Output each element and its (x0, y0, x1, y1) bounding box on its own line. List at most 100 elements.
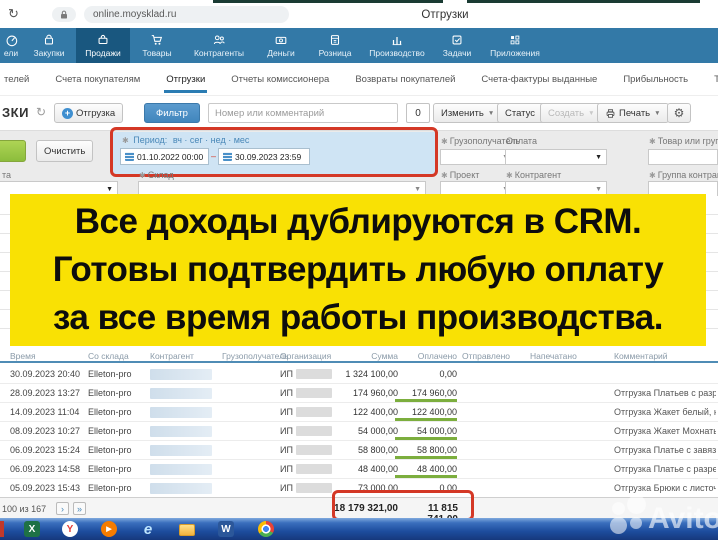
counterparty-group-label: ✱Группа контрагента (649, 170, 718, 180)
col-sent[interactable]: Отправлено (462, 351, 510, 361)
word-icon[interactable]: W (218, 521, 234, 537)
next-page-button[interactable]: › (56, 502, 69, 515)
chevron-down-icon: ▼ (414, 185, 421, 193)
cut-filter-label: та (2, 170, 12, 180)
cell-warehouse: Elleton-pro (88, 426, 132, 436)
taskbar-partial-icon[interactable] (0, 521, 4, 537)
check-square-icon (452, 35, 462, 45)
menu-item-sales[interactable]: Продажи (76, 28, 130, 63)
col-counterparty[interactable]: Контрагент (150, 351, 194, 361)
cell-warehouse: Elleton-pro (88, 483, 132, 493)
col-consignee[interactable]: Грузополучатель (222, 351, 289, 361)
consignee-combo[interactable]: ▼ (440, 149, 514, 165)
yandex-browser-icon[interactable]: Y (62, 521, 78, 537)
cell-paid: 122 400,00 (395, 407, 457, 421)
sales-bag-icon (98, 35, 108, 45)
last-page-button[interactable]: » (73, 502, 86, 515)
menu-item-goods[interactable]: Товары (130, 28, 184, 63)
selected-count: 0 (406, 103, 430, 123)
clear-filter-button[interactable]: Очистить (36, 140, 94, 162)
cell-comment: Отгрузка Жакет белый, юбка б (614, 407, 716, 417)
new-shipment-button[interactable]: + Отгрузка (54, 103, 124, 123)
print-button[interactable]: Печать ▼ (597, 103, 669, 123)
chevron-down-icon: ▼ (654, 109, 661, 117)
tab-item[interactable]: Счета-фактуры выданные (479, 65, 599, 93)
browser-window-edge (213, 0, 443, 3)
cell-time: 06.09.2023 15:24 (10, 445, 81, 455)
search-input[interactable] (208, 103, 398, 123)
menu-item-tasks[interactable]: Задачи (432, 28, 482, 63)
apps-grid-icon (510, 35, 520, 45)
menu-item-indicators[interactable]: ели (0, 28, 22, 63)
col-printed[interactable]: Напечатано (530, 351, 577, 361)
chrome-icon[interactable] (258, 521, 274, 537)
cell-warehouse: Elleton-pro (88, 388, 132, 398)
find-button-fragment[interactable] (0, 140, 26, 162)
col-comment[interactable]: Комментарий (614, 351, 668, 361)
col-time[interactable]: Время (10, 351, 36, 361)
col-organization[interactable]: Организация (280, 351, 331, 361)
lock-pill (52, 7, 76, 22)
create-button[interactable]: Создать ▼ (540, 103, 603, 123)
cell-warehouse: Elleton-pro (88, 445, 132, 455)
cell-sum: 48 400,00 (357, 464, 398, 474)
cell-time: 05.09.2023 15:43 (10, 483, 81, 493)
menu-item-money[interactable]: Деньги (254, 28, 308, 63)
table-row[interactable]: 30.09.2023 20:40 Elleton-pro ИП 1 324 10… (0, 365, 718, 384)
address-bar[interactable]: online.moysklad.ru (84, 6, 289, 23)
cell-sum: 174 960,00 (352, 388, 398, 398)
menu-item-retail[interactable]: Розница (308, 28, 362, 63)
table-row[interactable]: 06.09.2023 15:24 Elleton-pro ИП 58 800,0… (0, 441, 718, 460)
avito-logo-dot (612, 502, 625, 515)
reload-icon[interactable]: ↻ (8, 6, 19, 22)
cell-comment: Отгрузка Платьев с разрезом (614, 388, 716, 398)
menu-item-apps[interactable]: Приложения (482, 28, 548, 63)
filter-panel: Очистить ⚙ ✱ Период: вч · сег · нед · ме… (0, 127, 718, 197)
money-icon (275, 36, 287, 45)
url-text: online.moysklad.ru (93, 9, 177, 20)
menu-item-counterparties[interactable]: Контрагенты (184, 28, 254, 63)
col-sum[interactable]: Сумма (340, 351, 398, 361)
payment-select[interactable]: ▼ (505, 149, 607, 165)
cell-counterparty-redacted (150, 464, 212, 475)
page-heading-fragment: ЗКИ (2, 105, 29, 120)
cell-comment: Отгрузка Платье с завязками (614, 445, 716, 455)
tab-item[interactable]: Счета покупателям (53, 65, 142, 93)
excel-icon[interactable]: X (24, 521, 40, 537)
banner-line-2: Готовы подтвердить любую оплату (52, 250, 664, 289)
avito-logo-dot (627, 495, 646, 514)
totals-highlight-box (332, 490, 474, 521)
project-label: ✱ Проект (441, 170, 480, 180)
settings-button[interactable]: ⚙ (667, 103, 691, 123)
media-player-icon[interactable]: ▶ (101, 521, 117, 537)
cell-counterparty-redacted (150, 426, 212, 437)
internet-explorer-icon[interactable]: e (140, 521, 156, 538)
folder-icon[interactable] (179, 524, 195, 536)
tab-item[interactable]: Возвраты покупателей (353, 65, 457, 93)
banner-line-3: за все время работы производства. (53, 298, 663, 337)
table-row[interactable]: 08.09.2023 10:27 Elleton-pro ИП 54 000,0… (0, 422, 718, 441)
col-warehouse[interactable]: Со склада (88, 351, 129, 361)
gear-icon: ⚙ (673, 106, 685, 120)
cart-icon (151, 35, 163, 45)
cell-sum: 122 400,00 (352, 407, 398, 417)
product-input[interactable] (648, 149, 718, 165)
tab-item[interactable]: телей (2, 65, 31, 93)
col-paid[interactable]: Оплачено (408, 351, 457, 361)
table-row[interactable]: 14.09.2023 11:04 Elleton-pro ИП 122 400,… (0, 403, 718, 422)
menu-item-production[interactable]: Производство (362, 28, 432, 63)
tab-item[interactable]: Товары на реализац (712, 65, 718, 93)
cell-counterparty-redacted (150, 369, 212, 380)
menu-item-purchases[interactable]: Закупки (22, 28, 76, 63)
tab-item[interactable]: Отчеты комиссионера (229, 65, 331, 93)
filter-button[interactable]: Фильтр (144, 103, 200, 123)
edit-button[interactable]: Изменить ▼ (433, 103, 503, 123)
bullet-icon: ✱ (649, 171, 656, 180)
tab-item[interactable]: Прибыльность (621, 65, 690, 93)
table-row[interactable]: 28.09.2023 13:27 Elleton-pro ИП 174 960,… (0, 384, 718, 403)
tab-item[interactable]: Отгрузки (164, 65, 207, 93)
refresh-icon[interactable]: ↻ (36, 105, 46, 119)
cell-time: 14.09.2023 11:04 (10, 407, 80, 417)
avito-logo-dot (630, 517, 642, 529)
table-row[interactable]: 06.09.2023 14:58 Elleton-pro ИП 48 400,0… (0, 460, 718, 479)
